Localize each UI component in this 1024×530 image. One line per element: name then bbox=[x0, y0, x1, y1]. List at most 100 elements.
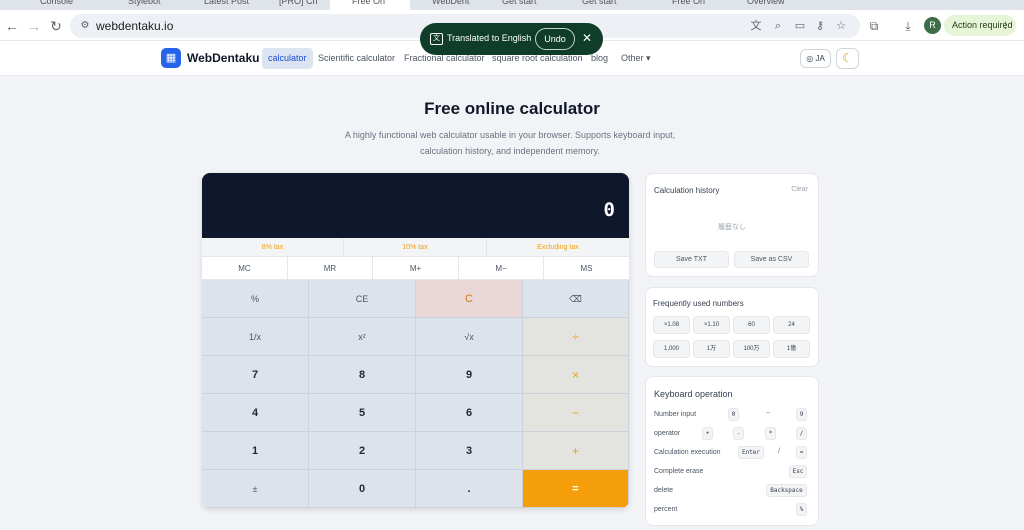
page-title: Free online calculator bbox=[424, 99, 600, 118]
browser-tab-active[interactable]: Free On bbox=[330, 0, 410, 10]
negate-key[interactable]: ± bbox=[202, 470, 309, 508]
shortcut-label: operator bbox=[654, 430, 681, 437]
percent-key[interactable]: % bbox=[202, 280, 309, 318]
memory-add-button[interactable]: M+ bbox=[373, 257, 459, 280]
backspace-key[interactable]: ⌫ bbox=[523, 280, 629, 318]
keypad: % CE C ⌫ 1/x x² √x ÷ 7 8 9 × 4 5 6 − 1 2… bbox=[202, 280, 629, 508]
digit-1-key[interactable]: 1 bbox=[202, 432, 309, 470]
history-empty-text: 履歴なし bbox=[718, 224, 746, 231]
theme-toggle-button[interactable]: ☾ bbox=[836, 48, 859, 69]
digit-7-key[interactable]: 7 bbox=[202, 356, 309, 394]
key-cap: + bbox=[702, 427, 713, 440]
frequent-number-button[interactable]: ×1.10 bbox=[693, 316, 730, 334]
divide-key[interactable]: ÷ bbox=[523, 318, 629, 356]
save-txt-button[interactable]: Save TXT bbox=[654, 251, 729, 268]
site-info-icon[interactable]: ⚙ bbox=[78, 19, 92, 33]
frequent-number-button[interactable]: 100万 bbox=[733, 340, 770, 358]
square-key[interactable]: x² bbox=[309, 318, 416, 356]
translate-icon[interactable]: 文 bbox=[748, 18, 764, 34]
shortcut-label: Calculation execution bbox=[654, 449, 721, 456]
digit-4-key[interactable]: 4 bbox=[202, 394, 309, 432]
extensions-icon[interactable]: ⧉ bbox=[864, 16, 884, 36]
action-required-button[interactable]: Action required ⋮ bbox=[944, 15, 1016, 36]
language-button[interactable]: ◎ JA bbox=[800, 49, 831, 68]
history-title: Calculation history bbox=[654, 186, 720, 195]
memory-row: MC MR M+ M− MS bbox=[202, 257, 629, 280]
translate-icon: 文 bbox=[430, 33, 443, 45]
decimal-key[interactable]: . bbox=[416, 470, 523, 508]
digit-8-key[interactable]: 8 bbox=[309, 356, 416, 394]
frequent-number-button[interactable]: 24 bbox=[773, 316, 810, 334]
clear-key[interactable]: C bbox=[416, 280, 523, 318]
digit-0-key[interactable]: 0 bbox=[309, 470, 416, 508]
key-cap: % bbox=[796, 503, 807, 516]
browser-tab[interactable]: Overview bbox=[725, 0, 875, 10]
history-panel: Calculation history Clear 履歴なし Save TXT … bbox=[645, 173, 819, 277]
profile-avatar[interactable]: R bbox=[924, 17, 941, 34]
menu-dots-icon: ⋮ bbox=[1001, 20, 1010, 30]
shortcut-separator: ~ bbox=[766, 410, 771, 417]
back-icon[interactable]: ← bbox=[2, 16, 22, 36]
translate-message: Translated to English bbox=[447, 33, 532, 43]
nav-other[interactable]: Other ▾ bbox=[615, 48, 657, 69]
site-logo[interactable]: WebDentaku bbox=[187, 51, 259, 65]
equals-key[interactable]: = bbox=[523, 470, 629, 508]
key-cap: Esc bbox=[789, 465, 807, 478]
shortcut-separator: / bbox=[778, 448, 780, 455]
zoom-icon[interactable]: ⌕ bbox=[770, 18, 786, 34]
excluding-tax-button[interactable]: Excluding tax bbox=[487, 238, 629, 257]
digit-2-key[interactable]: 2 bbox=[309, 432, 416, 470]
shortcut-label: Number input bbox=[654, 411, 697, 418]
address-url[interactable]: webdentaku.io bbox=[96, 19, 173, 33]
calculator: 0 8% tax 10% tax Excluding tax MC MR M+ … bbox=[202, 173, 629, 508]
memory-subtract-button[interactable]: M− bbox=[459, 257, 544, 280]
translate-toast: 文 Translated to English Undo ✕ bbox=[420, 23, 603, 55]
close-icon[interactable]: ✕ bbox=[582, 31, 592, 45]
add-key[interactable]: + bbox=[523, 432, 629, 470]
key-cap: Backspace bbox=[766, 484, 807, 497]
clear-entry-key[interactable]: CE bbox=[309, 280, 416, 318]
frequent-numbers-title: Frequently used numbers bbox=[653, 299, 744, 308]
multiply-key[interactable]: × bbox=[523, 356, 629, 394]
calculator-logo-icon[interactable]: ▦ bbox=[161, 48, 181, 68]
memory-store-button[interactable]: MS bbox=[544, 257, 629, 280]
history-clear-button[interactable]: Clear bbox=[791, 186, 808, 193]
digit-6-key[interactable]: 6 bbox=[416, 394, 523, 432]
tax-8-button[interactable]: 8% tax bbox=[202, 238, 344, 257]
frequent-number-button[interactable]: 1,000 bbox=[653, 340, 690, 358]
frequent-number-button[interactable]: 60 bbox=[733, 316, 770, 334]
forward-icon[interactable]: → bbox=[24, 16, 44, 36]
shortcut-label: delete bbox=[654, 487, 674, 494]
key-cap: * bbox=[765, 427, 776, 440]
key-cap: 0 bbox=[728, 408, 739, 421]
key-cap: 9 bbox=[796, 408, 807, 421]
nav-scientific-calculator[interactable]: Scientific calculator bbox=[312, 48, 401, 69]
digit-3-key[interactable]: 3 bbox=[416, 432, 523, 470]
shortcut-label: percent bbox=[654, 506, 678, 513]
bookmark-star-icon[interactable]: ☆ bbox=[833, 18, 849, 34]
subtract-key[interactable]: − bbox=[523, 394, 629, 432]
save-csv-button[interactable]: Save as CSV bbox=[734, 251, 809, 268]
page-subtitle: A highly functional web calculator usabl… bbox=[344, 130, 676, 156]
cast-icon[interactable]: ▭ bbox=[792, 18, 808, 34]
tax-10-button[interactable]: 10% tax bbox=[344, 238, 487, 257]
square-root-key[interactable]: √x bbox=[416, 318, 523, 356]
nav-calculator[interactable]: calculator bbox=[262, 48, 313, 69]
key-cap: - bbox=[733, 427, 744, 440]
digit-9-key[interactable]: 9 bbox=[416, 356, 523, 394]
download-icon[interactable]: ⤓ bbox=[898, 16, 918, 36]
globe-icon: ◎ bbox=[806, 54, 814, 63]
undo-button[interactable]: Undo bbox=[535, 28, 575, 50]
reload-icon[interactable]: ↻ bbox=[46, 16, 66, 36]
frequent-numbers-panel: Frequently used numbers ×1.08 ×1.10 60 2… bbox=[645, 287, 819, 367]
frequent-number-button[interactable]: 1万 bbox=[693, 340, 730, 358]
browser-tab-strip: Console Stylebot Latest Post [PRO] Ch Fr… bbox=[0, 0, 1024, 10]
memory-clear-button[interactable]: MC bbox=[202, 257, 288, 280]
digit-5-key[interactable]: 5 bbox=[309, 394, 416, 432]
reciprocal-key[interactable]: 1/x bbox=[202, 318, 309, 356]
frequent-number-button[interactable]: ×1.08 bbox=[653, 316, 690, 334]
memory-recall-button[interactable]: MR bbox=[288, 257, 373, 280]
key-icon[interactable]: ⚷ bbox=[812, 18, 828, 34]
frequent-number-button[interactable]: 1億 bbox=[773, 340, 810, 358]
key-cap: Enter bbox=[738, 446, 764, 459]
